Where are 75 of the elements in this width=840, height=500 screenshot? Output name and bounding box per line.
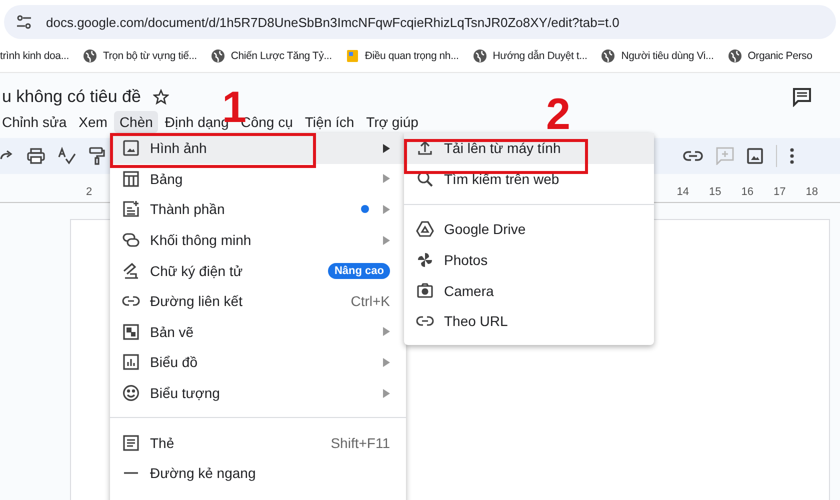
upload-icon <box>416 139 434 158</box>
menu-item[interactable]: Xem <box>74 111 112 133</box>
bookmark-item[interactable]: Người tiêu dùng Vi... <box>601 49 714 63</box>
badge: Nâng cao <box>328 262 390 279</box>
link-icon[interactable] <box>683 150 703 162</box>
menu-item[interactable]: Khối thông minh <box>110 224 406 256</box>
image-icon <box>122 139 140 158</box>
emoji-icon <box>122 384 140 402</box>
bookmark-item[interactable]: Trọn bộ từ vựng tiế... <box>82 49 197 63</box>
submenu-arrow-icon <box>383 388 390 398</box>
ruler-number: 14 <box>676 186 689 198</box>
menu-item[interactable]: Trợ giúp <box>361 111 424 133</box>
menu-item[interactable]: Chữ ký điện tử Nâng cao <box>110 255 406 286</box>
menu-item[interactable]: Thẻ Shift+F11 <box>110 427 406 458</box>
globe-icon <box>82 49 97 63</box>
ruler-number: 2 <box>86 186 92 198</box>
drive-icon <box>416 220 434 238</box>
menu-item[interactable]: Chỉnh sửa <box>0 111 72 133</box>
star-icon[interactable] <box>152 89 169 105</box>
print-icon[interactable] <box>27 148 45 164</box>
menu-item[interactable]: Photos <box>404 244 654 276</box>
tag-icon <box>122 434 140 452</box>
menu-item[interactable]: Tiện ích <box>300 111 360 133</box>
menu-item[interactable]: Google Drive <box>404 214 654 244</box>
menu-item[interactable]: Biểu tượng <box>110 378 406 408</box>
submenu-arrow-icon <box>383 174 390 184</box>
globe-icon <box>728 49 742 63</box>
menu-item[interactable]: Chèn <box>114 111 158 133</box>
document-title[interactable]: u không có tiêu đề <box>2 87 141 107</box>
ruler-number: 15 <box>709 186 722 198</box>
paint-roller-icon[interactable] <box>89 147 105 165</box>
image-icon[interactable] <box>747 148 763 164</box>
component-icon <box>122 200 140 218</box>
ruler-number: 16 <box>741 186 754 198</box>
bookmark-item[interactable]: Hướng dẫn Duyệt t... <box>472 49 588 63</box>
menu-item[interactable]: Bảng <box>110 164 406 194</box>
menu-item[interactable]: Đường kẻ ngang <box>110 458 406 489</box>
menu-item[interactable]: Tìm kiếm trên web <box>404 164 654 195</box>
menu-item[interactable]: Đường liên kết Ctrl+K <box>110 286 406 317</box>
address-field[interactable]: docs.google.com/document/d/1h5R7D8UneSbBn3ImcNFqwFcqieRhizLqTsnJR0Zo8XY/edit?tab=t.0 <box>4 5 836 39</box>
more-icon[interactable] <box>790 148 794 164</box>
submenu-arrow-icon <box>383 204 390 214</box>
bookmark-item[interactable]: trình kinh doa... <box>0 50 69 62</box>
submenu-arrow-icon <box>383 236 390 245</box>
url-text: docs.google.com/document/d/1h5R7D8UneSbBn3ImcNFqwFcqieRhizLqTsnJR0Zo8XY/edit?tab=t.0 <box>46 14 620 30</box>
bookmark-item[interactable]: Chiến Lược Tăng Tỷ... <box>210 49 332 63</box>
camera-icon <box>416 282 434 300</box>
bookmark-item[interactable]: Organic Perso <box>728 49 812 63</box>
menu-item[interactable]: Tải lên từ máy tính <box>404 133 654 164</box>
drawing-icon <box>122 322 140 341</box>
submenu-arrow-icon <box>383 144 390 153</box>
menu-item[interactable]: Theo URL <box>404 306 654 337</box>
rule-icon <box>124 472 138 474</box>
submenu-arrow-icon <box>383 327 390 336</box>
globe-icon <box>601 49 616 63</box>
menu-item[interactable]: Hình ảnh <box>110 133 406 164</box>
document-icon <box>346 49 359 63</box>
chart-icon <box>122 353 140 372</box>
menu-item[interactable]: Biểu đồ <box>110 347 406 378</box>
ruler-number: 17 <box>774 186 786 198</box>
shortcut-text: Shift+F11 <box>330 434 390 451</box>
globe-icon <box>472 49 487 63</box>
pinwheel-icon <box>416 250 434 269</box>
spellcheck-icon[interactable] <box>58 147 76 165</box>
menu-item[interactable]: Bản vẽ <box>110 316 406 348</box>
ruler-number: 18 <box>806 186 818 198</box>
shortcut-text: Ctrl+K <box>350 293 390 310</box>
bookmark-item[interactable]: Điều quan trọng nh... <box>346 49 459 63</box>
submenu-arrow-icon <box>383 358 390 367</box>
comment-icon[interactable] <box>792 87 812 107</box>
menu-item[interactable]: Thành phần <box>110 194 406 225</box>
table-icon <box>122 170 140 188</box>
menu-item[interactable]: Camera <box>404 275 654 306</box>
globe-icon <box>210 49 225 63</box>
site-settings-icon[interactable] <box>16 15 32 29</box>
